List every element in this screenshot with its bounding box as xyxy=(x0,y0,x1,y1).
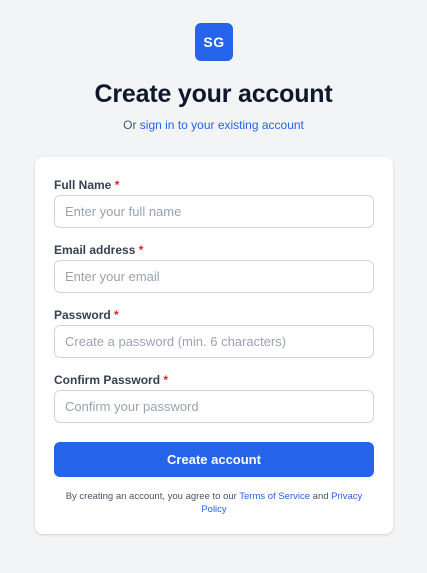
password-label: Password * xyxy=(54,308,119,322)
signin-link[interactable]: sign in to your existing account xyxy=(140,118,304,132)
password-label-text: Password xyxy=(54,308,111,322)
terms-and: and xyxy=(312,491,329,502)
email-label: Email address * xyxy=(54,243,143,257)
page-title: Create your account xyxy=(94,80,333,108)
terms-of-service-link[interactable]: Terms of Service xyxy=(239,491,310,502)
signup-form-card: Full Name * Email address * Password * C… xyxy=(35,157,393,534)
email-input[interactable] xyxy=(54,260,374,293)
subtitle-prefix: Or xyxy=(123,118,137,132)
page-subtitle: Or sign in to your existing account xyxy=(0,118,427,132)
full-name-input[interactable] xyxy=(54,195,374,228)
terms-prefix: By creating an account, you agree to our xyxy=(65,491,237,502)
confirm-password-input[interactable] xyxy=(54,390,374,423)
required-marker: * xyxy=(114,308,119,322)
brand-logo: SG xyxy=(195,23,233,61)
full-name-label: Full Name * xyxy=(54,178,119,192)
required-marker: * xyxy=(114,178,120,192)
full-name-label-text: Full Name xyxy=(54,178,112,192)
required-marker: * xyxy=(163,373,169,387)
required-marker: * xyxy=(138,243,144,257)
brand-logo-text: SG xyxy=(203,34,225,50)
terms-notice: By creating an account, you agree to our… xyxy=(54,490,374,516)
password-input[interactable] xyxy=(54,325,374,358)
confirm-password-label: Confirm Password * xyxy=(54,373,168,387)
create-account-button[interactable]: Create account xyxy=(54,442,374,477)
confirm-password-label-text: Confirm Password xyxy=(54,373,161,387)
email-label-text: Email address xyxy=(54,243,136,257)
signup-page: SG Create your account Or sign in to you… xyxy=(0,0,427,573)
